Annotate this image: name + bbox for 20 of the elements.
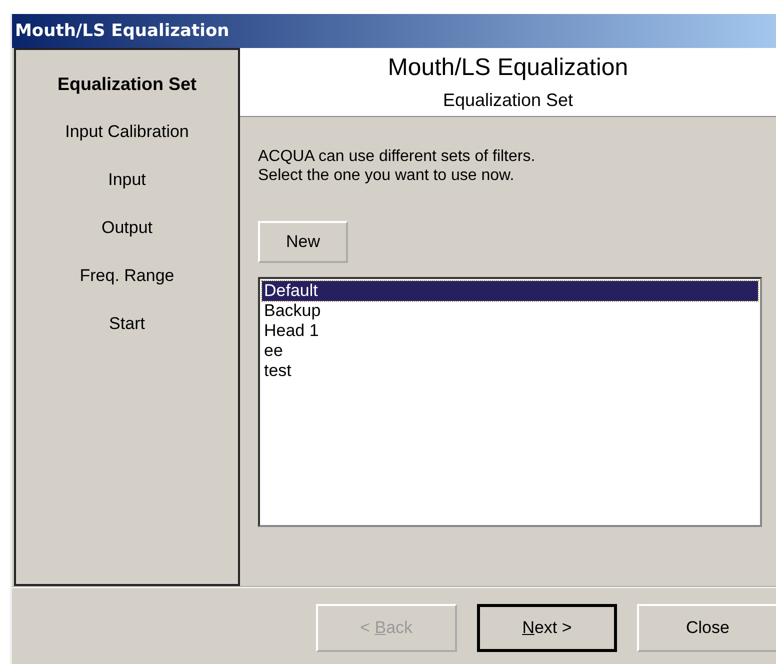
wizard-button[interactable]: Close [637, 604, 776, 652]
step-item: Input Calibration [64, 122, 190, 143]
filter-set-list[interactable]: Default Backup Head 1 ee test [258, 277, 762, 527]
step-item: Output [100, 218, 154, 239]
list-item[interactable]: Backup [262, 301, 758, 321]
step-item: Start [108, 314, 146, 335]
list-item[interactable]: ee [262, 341, 758, 361]
page-title: Mouth/LS Equalization [386, 53, 630, 82]
step-item: Equalization Set [56, 74, 198, 96]
list-item[interactable]: Head 1 [262, 321, 758, 341]
wizard-button[interactable]: Next > [476, 604, 618, 652]
new-button[interactable]: New [258, 221, 348, 263]
description-text: Select the one you want to use now. [258, 166, 516, 185]
page-subtitle: Equalization Set [442, 89, 574, 111]
list-item[interactable]: test [262, 361, 758, 381]
window-title: Mouth/LS Equalization [15, 21, 230, 41]
description-text: ACQUA can use different sets of filters. [258, 147, 536, 166]
list-item[interactable]: Default [262, 281, 758, 301]
step-item: Input [107, 170, 147, 191]
step-item: Freq. Range [78, 266, 176, 287]
